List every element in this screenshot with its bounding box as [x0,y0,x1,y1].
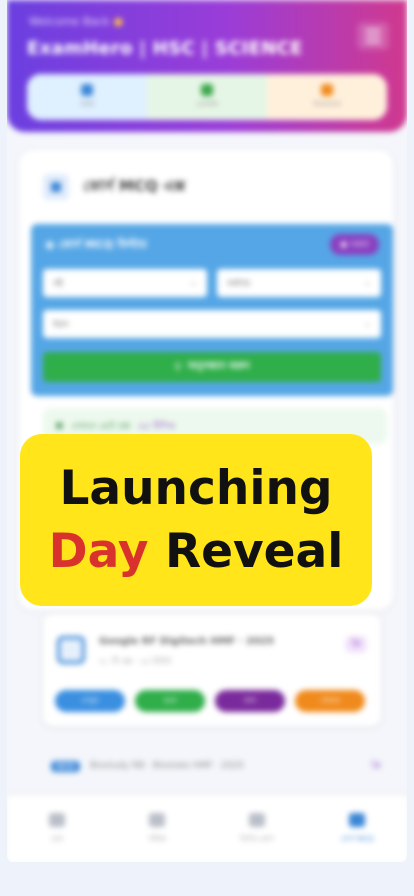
menu-icon-bar [365,29,381,31]
exam-title: Google RF Digitech HMF · 2025 [99,636,274,647]
exam-row-text: Biostudy RB · Biostate HMF · 2025 [89,761,245,771]
quick-tab-label: বাছাই [80,101,94,108]
launch-banner: Launching Day Reveal [20,434,372,606]
chevron-down-icon: ⌄ [363,278,371,288]
filter-badge-text: সকল [350,240,369,250]
exam-row[interactable]: NEW Biostudy RB · Biostate HMF · 2025 ফ্… [51,758,381,774]
banner-line-2: Day Reveal [49,527,344,576]
calendar-icon [57,636,85,664]
exam-pill-button[interactable]: দেখুন [55,690,125,712]
nav-label: হোম [50,835,64,843]
exam-card[interactable]: Google RF Digitech HMF · 2025 ৩০ টি প্রশ… [43,614,381,726]
document-icon [43,174,69,200]
trophy-icon [321,84,333,96]
menu-icon-bar [365,41,381,43]
quick-tab-3[interactable]: লিডারবোর্ড [267,74,387,120]
nav-label: কোর্স MCQ [340,835,374,843]
nav-item-exam[interactable]: পরীক্ষা [107,795,207,862]
home-icon [49,813,65,827]
exam-icon [149,813,165,827]
exam-subtitle: ৩০ টি প্রশ্ন · ২৫ মিনিট [99,657,171,666]
filter-panel: ◉ কোর্স MCQ ফিল্টার ◆ সকল বই ⌄ অধ্যায় ⌄ ধ… [31,224,393,396]
nav-label: ভিডিও ক্লাস [240,835,274,843]
user-icon [201,84,213,96]
chapter-select-value: অধ্যায় [227,278,251,289]
type-select[interactable]: ধরন ⌄ [43,310,381,338]
search-button-label: অনুসন্ধান করুন [187,360,250,372]
chevron-down-icon: ⌄ [189,278,197,288]
hand-wave-icon: ● [113,15,124,28]
banner-word-reveal: Reveal [164,524,344,579]
type-select-value: ধরন [53,319,69,330]
book-icon [349,813,365,827]
exam-pill-button[interactable]: শেয়ার [295,690,365,712]
new-badge: NEW [51,760,80,772]
quick-tab-2[interactable]: প্রোফাইল [147,74,267,120]
chevron-down-icon: ⌄ [363,319,371,329]
search-icon: ⚲ [174,361,182,373]
app-header: Welcome Back ● ExamHero | HSC | SCIENCE ব… [7,0,407,132]
exam-pill-button[interactable]: শুরু [135,690,205,712]
bottom-nav: হোম পরীক্ষা ভিডিও ক্লাস কোর্স MCQ [7,794,407,862]
nav-item-course-mcq[interactable]: কোর্স MCQ [307,795,407,862]
banner-line-1: Launching [59,460,333,516]
welcome-label: Welcome Back [29,15,110,28]
nav-label: পরীক্ষা [147,835,167,843]
quick-tabs: বাছাই প্রোফাইল লিডারবোর্ড [27,74,387,120]
exam-tag: ফ্রি [345,636,367,653]
filter-title-text: কোর্স MCQ ফিল্টার [58,238,147,251]
menu-icon-bar [365,35,381,37]
notice-text: এখানে মোট প্রশ্ন [71,421,131,432]
search-button[interactable]: ⚲ অনুসন্ধান করুন [43,352,381,382]
bookmark-icon [81,84,93,96]
book-select-value: বই [53,278,63,289]
menu-button[interactable] [357,22,389,50]
chapter-select[interactable]: অধ্যায় ⌄ [217,269,381,297]
blurred-app-background: Welcome Back ● ExamHero | HSC | SCIENCE ব… [7,0,407,862]
info-icon: ▣ [55,421,64,431]
quick-tab-1[interactable]: বাছাই [27,74,147,120]
exam-pill-button[interactable]: ফল [215,690,285,712]
welcome-text: Welcome Back ● [29,15,123,28]
filter-badge[interactable]: ◆ সকল [330,234,379,255]
video-icon [249,813,265,827]
filter-title: ◉ কোর্স MCQ ফিল্টার [45,238,147,251]
notice-count: ৪৫ টিপিক [138,421,176,432]
nav-item-video[interactable]: ভিডিও ক্লাস [207,795,307,862]
banner-word-day: Day [48,524,149,579]
exam-row-tag: ফ্রি [371,760,381,770]
card-title: কোর্স MCQ এক্স [83,176,186,195]
card-header: কোর্স MCQ এক্স [43,174,185,200]
phone-screen: Welcome Back ● ExamHero | HSC | SCIENCE ব… [7,0,407,862]
nav-item-home[interactable]: হোম [7,795,107,862]
app-title: ExamHero | HSC | SCIENCE [27,38,303,59]
book-select[interactable]: বই ⌄ [43,269,207,297]
quick-tab-label: প্রোফাইল [195,101,219,108]
quick-tab-label: লিডারবোর্ড [313,101,341,108]
